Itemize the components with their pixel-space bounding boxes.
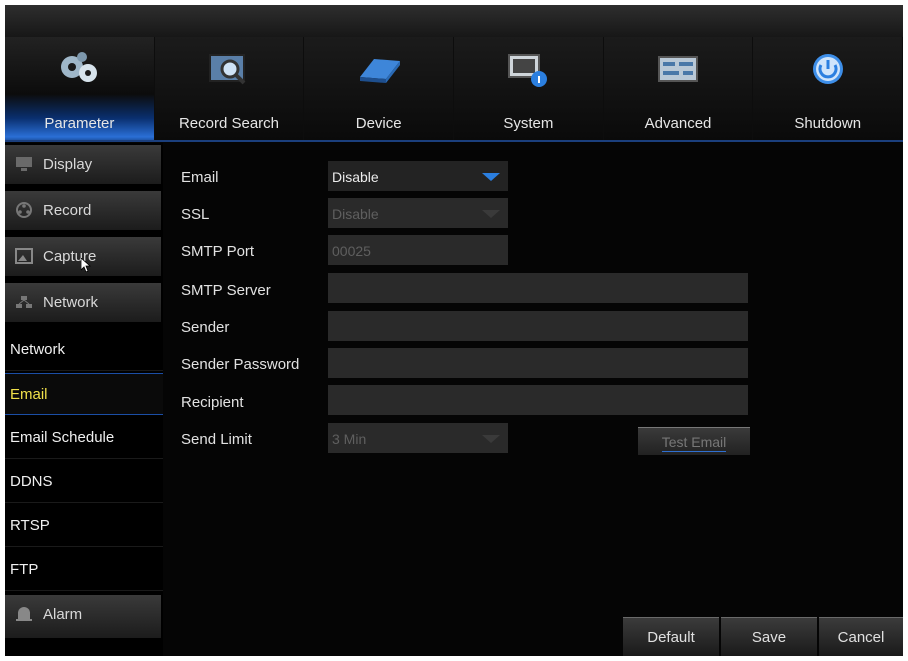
sidebar-item-label: Alarm (43, 606, 83, 623)
email-settings-panel: Email Disable SSL Disable SMTP Port 0002… (163, 143, 903, 656)
chevron-down-icon (482, 435, 500, 443)
sliders-panel-icon (658, 56, 699, 82)
nav-divider (5, 140, 903, 142)
default-button[interactable]: Default (623, 617, 719, 656)
sidebar-subitem-label: DDNS (10, 473, 53, 490)
tab-record-search[interactable]: Record Search (154, 37, 305, 141)
sidebar-item-display[interactable]: Display (5, 145, 161, 185)
chevron-down-icon (482, 210, 500, 218)
tab-label: Device (355, 115, 402, 132)
sidebar-subitem-ddns[interactable]: DDNS (5, 461, 163, 503)
photo-icon (15, 248, 33, 264)
hard-drive-icon (359, 59, 400, 83)
title-bar (5, 5, 903, 37)
sidebar-subitem-email[interactable]: Email (5, 373, 163, 415)
film-reel-icon (16, 202, 32, 218)
sidebar-item-network[interactable]: Network (5, 283, 161, 323)
save-button[interactable]: Save (721, 617, 817, 656)
sender-label: Sender (181, 319, 230, 336)
smtp-server-input[interactable] (328, 273, 748, 303)
smtp-port-input[interactable]: 00025 (328, 235, 508, 265)
mouse-pointer-icon (81, 258, 91, 272)
email-select-value: Disable (332, 169, 379, 185)
tab-parameter[interactable]: Parameter (5, 37, 155, 141)
sidebar-item-label: Network (43, 294, 99, 311)
test-email-button[interactable]: Test Email (638, 427, 750, 455)
sidebar-item-record[interactable]: Record (5, 191, 161, 231)
sender-password-label: Sender Password (181, 356, 300, 373)
send-limit-label: Send Limit (181, 431, 252, 448)
smtp-port-label: SMTP Port (181, 243, 255, 260)
tab-label: System (503, 115, 554, 132)
sender-input[interactable] (328, 311, 748, 341)
tab-shutdown[interactable]: Shutdown (753, 37, 903, 141)
sidebar-subitem-network[interactable]: Network (5, 329, 163, 371)
sidebar-subitem-ftp[interactable]: FTP (5, 549, 163, 591)
sidebar-subitem-label: Email (10, 386, 48, 403)
tab-device[interactable]: Device (304, 37, 455, 141)
email-label: Email (181, 169, 219, 186)
gears-icon (61, 52, 98, 82)
email-select[interactable]: Disable (328, 161, 508, 191)
sidebar-subitem-label: FTP (10, 561, 39, 578)
ssl-select-value: Disable (332, 206, 379, 222)
sidebar-item-label: Display (43, 156, 93, 173)
tab-label: Shutdown (794, 115, 862, 132)
main-nav: Parameter Record Search Device System Ad… (5, 37, 903, 141)
sidebar-item-alarm[interactable]: Alarm (5, 595, 161, 639)
sender-password-input[interactable] (328, 348, 748, 378)
test-email-label: Test Email (661, 434, 727, 452)
monitor-icon (16, 157, 32, 171)
monitor-info-icon (508, 54, 548, 87)
alarm-bell-icon (16, 607, 32, 621)
sidebar-subitem-rtsp[interactable]: RTSP (5, 505, 163, 547)
sidebar: Display Record Capture Network Network E… (5, 143, 163, 656)
sidebar-subitem-email-schedule[interactable]: Email Schedule (5, 417, 163, 459)
chevron-down-icon (482, 173, 500, 181)
sidebar-subitem-label: Network (10, 341, 66, 358)
ssl-select[interactable]: Disable (328, 198, 508, 228)
cancel-button[interactable]: Cancel (819, 617, 903, 656)
tab-advanced[interactable]: Advanced (603, 37, 754, 141)
recipient-label: Recipient (181, 394, 244, 411)
magnifier-screen-icon (209, 54, 246, 85)
send-limit-select-value: 3 Min (332, 431, 367, 447)
dvr-settings-window: Parameter Record Search Device System Ad… (5, 5, 903, 656)
recipient-input[interactable] (328, 385, 748, 415)
tab-label: Record Search (178, 115, 280, 132)
tab-system[interactable]: System (454, 37, 604, 141)
tab-label: Advanced (644, 115, 712, 132)
sidebar-item-label: Record (43, 202, 92, 219)
sidebar-subitem-label: RTSP (10, 517, 50, 534)
power-icon (812, 54, 843, 84)
sidebar-subitem-label: Email Schedule (10, 429, 115, 446)
send-limit-select[interactable]: 3 Min (328, 423, 508, 453)
ssl-label: SSL (181, 206, 210, 223)
smtp-server-label: SMTP Server (181, 282, 271, 299)
network-icon (16, 296, 32, 308)
tab-label: Parameter (44, 115, 115, 132)
